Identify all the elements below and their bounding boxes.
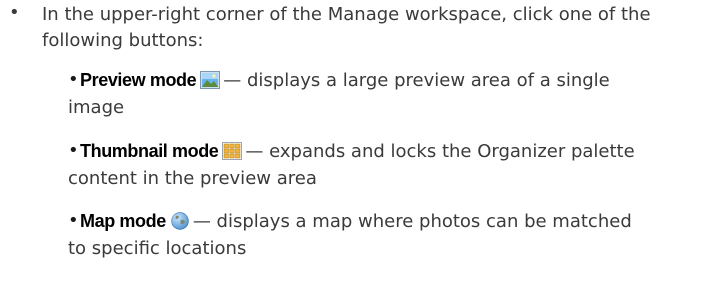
map-mode-description-continued: to specific locations xyxy=(68,238,247,259)
bullet: • xyxy=(68,69,79,90)
preview-mode-term: Preview mode xyxy=(80,70,197,90)
preview-mode-description-continued: image xyxy=(68,97,125,118)
list-item-line: Preview mode — displays a large preview … xyxy=(80,67,610,94)
thumbnail-mode-description: — expands and locks the Organizer palett… xyxy=(245,141,635,162)
intro-text: In the upper-right corner of the Manage … xyxy=(42,4,651,51)
bullet: • xyxy=(9,2,20,23)
bullet: • xyxy=(68,140,79,161)
preview-mode-icon xyxy=(200,71,221,89)
map-mode-description: — displays a map where photos can be mat… xyxy=(192,211,632,232)
preview-mode-description: — displays a large preview area of a sin… xyxy=(223,70,610,91)
thumbnail-mode-term: Thumbnail mode xyxy=(80,141,219,161)
map-mode-term: Map mode xyxy=(80,211,166,231)
map-mode-icon xyxy=(170,212,190,230)
list-item-line: Map mode — displays a map where photos c… xyxy=(80,208,632,235)
thumbnail-mode-description-continued: content in the preview area xyxy=(68,168,317,189)
thumbnail-mode-icon xyxy=(222,142,243,160)
bullet: • xyxy=(68,210,79,231)
list-item-line: Thumbnail mode — expands and locks the O… xyxy=(80,138,635,165)
